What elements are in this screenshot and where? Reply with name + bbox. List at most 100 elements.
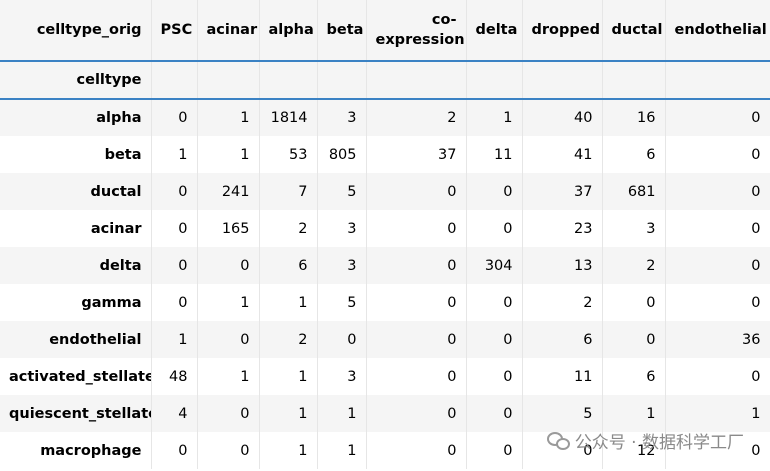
table-cell: 1 [316,432,366,469]
column-header: co- expression [365,0,466,62]
table-cell: 304 [465,247,522,284]
table-cell: 0 [465,173,522,210]
empty-header-cell [664,61,770,100]
row-label: alpha [0,99,151,136]
row-label: delta [0,247,151,284]
table-cell: 13 [521,247,602,284]
column-header: acinar [196,0,259,62]
row-label: beta [0,136,151,173]
table-cell: 0 [465,358,522,395]
crosstab-table: celltype_orig PSC acinar alpha beta co- … [0,0,770,469]
table-row: activated_stellate 48 1 1 3 0 0 11 6 0 [0,358,770,395]
table-cell: 0 [601,321,665,358]
row-label: quiescent_stellate [0,395,151,432]
table-row: ductal 0 241 7 5 0 0 37 681 0 [0,173,770,210]
table-cell: 7 [258,173,317,210]
table-cell: 1 [258,432,317,469]
index-axis-label: celltype [0,61,151,100]
table-cell: 1 [150,136,197,173]
row-label: macrophage [0,432,151,469]
table-cell: 2 [365,99,466,136]
table-cell: 0 [664,99,770,136]
table-cell: 11 [465,136,522,173]
table-cell: 11 [521,358,602,395]
table-cell: 0 [664,173,770,210]
table-cell: 0 [465,432,522,469]
row-label: ductal [0,173,151,210]
columns-axis-label: celltype_orig [0,0,151,62]
table-cell: 41 [521,136,602,173]
table-cell: 0 [150,173,197,210]
table-cell: 0 [150,99,197,136]
table-cell: 53 [258,136,317,173]
empty-header-cell [521,61,602,100]
column-header: beta [316,0,366,62]
empty-header-cell [196,61,259,100]
table-cell: 0 [196,432,259,469]
row-label: gamma [0,284,151,321]
table-cell: 1 [196,284,259,321]
column-header: ductal [601,0,665,62]
table-cell: 2 [521,284,602,321]
table-cell: 0 [664,284,770,321]
table-cell: 0 [365,432,466,469]
table-row: acinar 0 165 2 3 0 0 23 3 0 [0,210,770,247]
table-cell: 3 [316,247,366,284]
watermark: 公众号 · 数据科学工厂 [546,428,744,453]
row-label: endothelial [0,321,151,358]
table-cell: 0 [365,247,466,284]
column-header: PSC [150,0,197,62]
table-cell: 37 [521,173,602,210]
table-row: endothelial 1 0 2 0 0 0 6 0 36 [0,321,770,358]
table-row: beta 1 1 53 805 37 11 41 6 0 [0,136,770,173]
table-cell: 0 [601,284,665,321]
table-row: delta 0 0 6 3 0 304 13 2 0 [0,247,770,284]
table-cell: 1 [258,358,317,395]
table-row: gamma 0 1 1 5 0 0 2 0 0 [0,284,770,321]
wechat-icon [546,431,570,450]
empty-header-cell [601,61,665,100]
table-cell: 6 [521,321,602,358]
row-label: activated_stellate [0,358,151,395]
table-cell: 1 [258,395,317,432]
table-cell: 0 [150,210,197,247]
empty-header-cell [150,61,197,100]
table-cell: 0 [316,321,366,358]
table-row: quiescent_stellate 4 0 1 1 0 0 5 1 1 [0,395,770,432]
table-cell: 36 [664,321,770,358]
table-cell: 5 [316,284,366,321]
table-cell: 0 [465,395,522,432]
table-cell: 805 [316,136,366,173]
column-header: delta [465,0,522,62]
table-cell: 1 [196,136,259,173]
empty-header-cell [465,61,522,100]
table-cell: 1 [316,395,366,432]
table-cell: 37 [365,136,466,173]
table-cell: 2 [258,210,317,247]
table-cell: 0 [150,432,197,469]
table-cell: 0 [465,321,522,358]
table-cell: 2 [258,321,317,358]
empty-header-cell [365,61,466,100]
table-cell: 0 [196,395,259,432]
column-header-row: celltype_orig PSC acinar alpha beta co- … [0,0,770,62]
empty-header-cell [258,61,317,100]
table-cell: 1 [258,284,317,321]
table-cell: 6 [601,358,665,395]
table-cell: 681 [601,173,665,210]
table-cell: 16 [601,99,665,136]
column-header: endothelial [664,0,770,62]
table-cell: 1 [196,99,259,136]
table-cell: 0 [664,247,770,284]
table-cell: 6 [601,136,665,173]
table-cell: 5 [316,173,366,210]
table-cell: 2 [601,247,665,284]
column-header: dropped [521,0,602,62]
table-cell: 1 [150,321,197,358]
table-cell: 23 [521,210,602,247]
table-cell: 1 [465,99,522,136]
table-cell: 165 [196,210,259,247]
table-cell: 0 [365,173,466,210]
table-cell: 3 [316,358,366,395]
table-cell: 1814 [258,99,317,136]
